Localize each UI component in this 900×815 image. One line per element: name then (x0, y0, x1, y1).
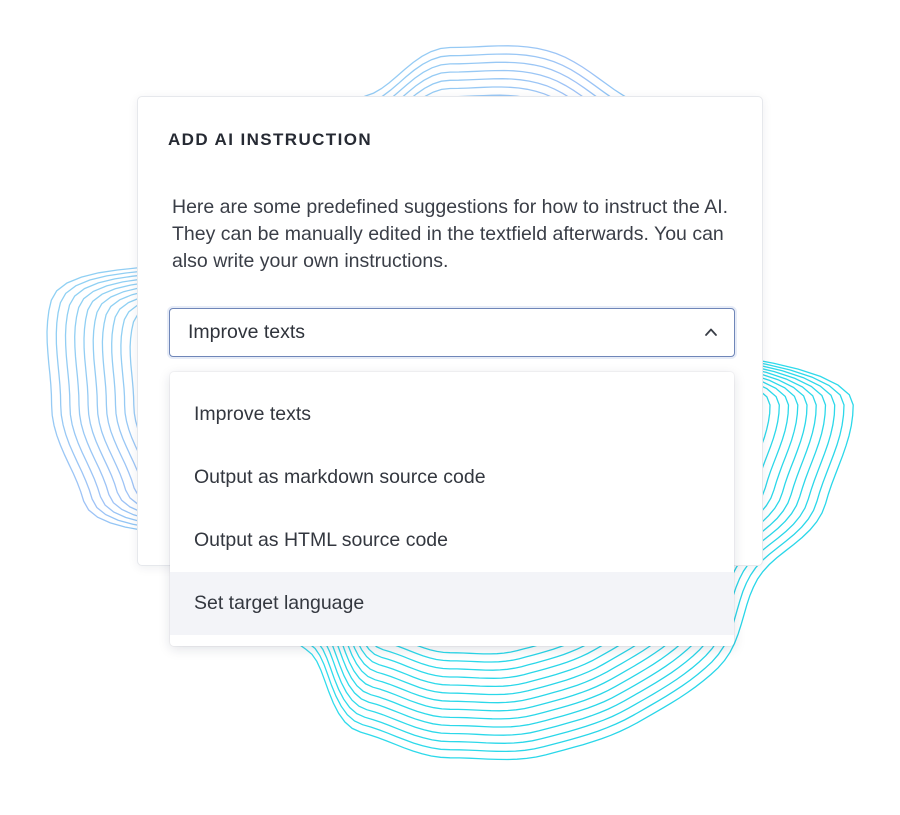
instruction-select[interactable]: Improve texts (169, 308, 735, 357)
dropdown-option-output-html[interactable]: Output as HTML source code (170, 509, 734, 572)
dialog-description: Here are some predefined suggestions for… (172, 196, 729, 272)
dialog-title: ADD AI INSTRUCTION (168, 130, 373, 149)
dropdown-option-improve-texts[interactable]: Improve texts (170, 383, 734, 446)
dropdown-option-output-markdown[interactable]: Output as markdown source code (170, 446, 734, 509)
instruction-dropdown-menu: Improve texts Output as markdown source … (170, 372, 734, 646)
chevron-up-icon[interactable] (704, 325, 718, 339)
stage: ADD AI INSTRUCTION Here are some predefi… (0, 0, 900, 815)
dropdown-option-set-target-language[interactable]: Set target language (170, 572, 734, 635)
select-value: Improve texts (188, 321, 306, 343)
